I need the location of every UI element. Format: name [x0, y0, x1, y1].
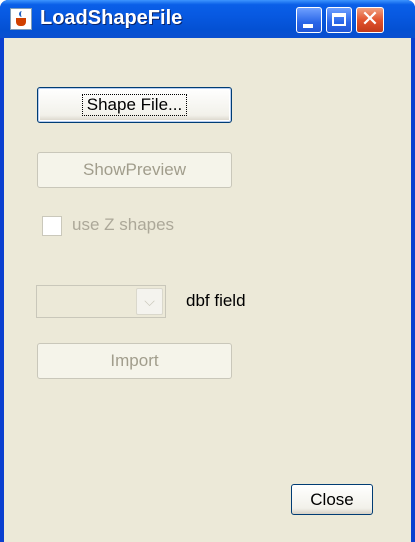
window-close-button[interactable]: ✕	[356, 7, 384, 33]
java-cup-icon[interactable]	[10, 8, 32, 30]
dbf-field-select[interactable]: ⌵	[36, 285, 166, 318]
window-title: LoadShapeFile	[40, 7, 183, 29]
show-preview-button[interactable]: ShowPreview	[37, 152, 232, 188]
shape-file-button-label: Shape File...	[81, 94, 188, 116]
use-z-shapes-checkbox[interactable]	[42, 216, 62, 236]
close-button[interactable]: Close	[291, 484, 373, 515]
close-icon: ✕	[360, 7, 380, 32]
title-bar[interactable]: LoadShapeFile ✕	[0, 0, 415, 38]
import-button-label: Import	[110, 351, 159, 370]
import-button[interactable]: Import	[37, 343, 232, 379]
dbf-field-label: dbf field	[186, 291, 246, 310]
chevron-down-icon[interactable]: ⌵	[136, 288, 163, 315]
close-button-label: Close	[310, 489, 354, 509]
maximize-icon	[332, 13, 346, 26]
show-preview-button-label: ShowPreview	[83, 160, 186, 179]
use-z-shapes-label: use Z shapes	[72, 215, 175, 234]
minimize-button[interactable]	[296, 7, 322, 33]
minimize-icon	[303, 24, 313, 28]
maximize-button[interactable]	[326, 7, 352, 33]
shape-file-button[interactable]: Shape File...	[37, 87, 232, 123]
dialog-content: Shape File... ShowPreview use Z shapes ⌵…	[4, 38, 411, 542]
app-window: LoadShapeFile ✕ Shape File... ShowPrevie…	[0, 0, 415, 542]
